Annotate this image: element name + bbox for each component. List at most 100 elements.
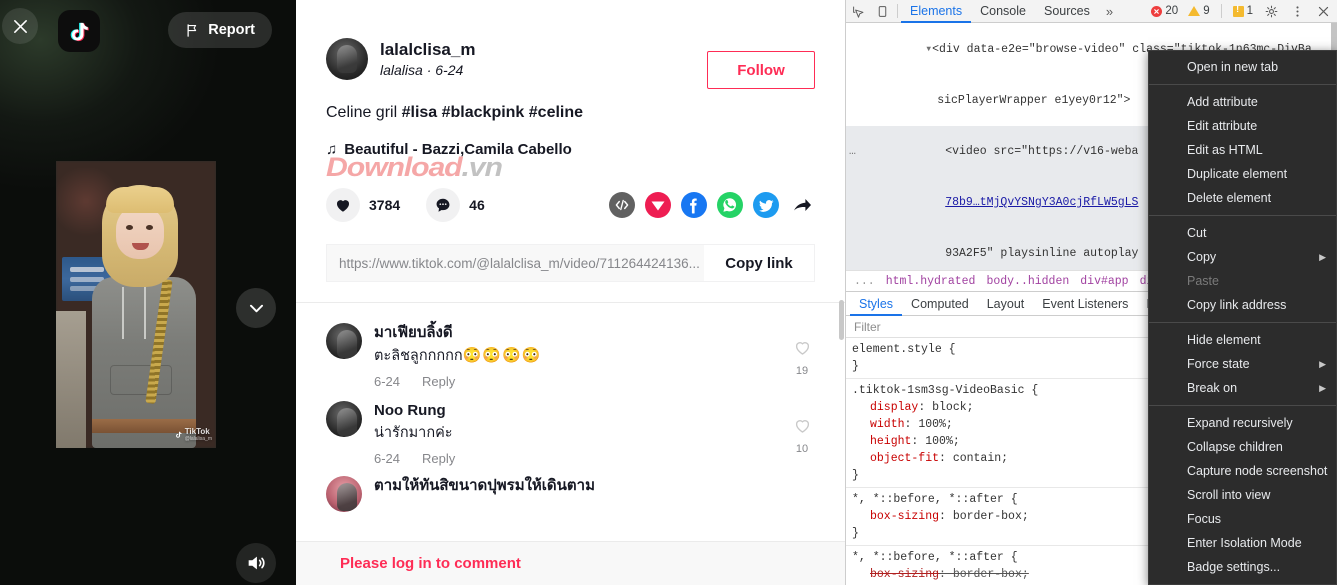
author-username[interactable]: lalalclisa_m: [380, 40, 475, 60]
context-menu-item-copy-link-address[interactable]: Copy link address: [1149, 293, 1336, 317]
context-menu-item-collapse-children[interactable]: Collapse children: [1149, 435, 1336, 459]
context-menu-item-break-on[interactable]: Break on ▶: [1149, 376, 1336, 400]
detail-scrollbar[interactable]: [839, 300, 844, 340]
next-video-button[interactable]: [236, 288, 276, 328]
context-menu-item-open-in-new-tab[interactable]: Open in new tab: [1149, 55, 1336, 79]
warning-badge[interactable]: 9: [1185, 5, 1212, 17]
css-prop-name: object-fit: [870, 452, 940, 465]
twitter-bird-icon: [753, 192, 779, 218]
video-player[interactable]: TikTok @lalalisa_m: [56, 161, 216, 448]
section-divider: [296, 302, 845, 303]
kebab-menu-icon: [1295, 5, 1299, 17]
context-menu-item-edit-as-html[interactable]: Edit as HTML: [1149, 138, 1336, 162]
devtools-tab-sources[interactable]: Sources: [1035, 0, 1099, 23]
embed-icon[interactable]: [609, 192, 635, 218]
context-menu-item-delete-element[interactable]: Delete element: [1149, 186, 1336, 210]
whatsapp-icon[interactable]: [717, 192, 743, 218]
tiktok-logo[interactable]: [58, 10, 100, 52]
context-menu-item-hide-element[interactable]: Hide element: [1149, 328, 1336, 352]
css-prop-value[interactable]: : border-box;: [939, 568, 1029, 581]
devtools-tab-elements[interactable]: Elements: [901, 0, 971, 23]
video-url-field[interactable]: https://www.tiktok.com/@lalalclisa_m/vid…: [327, 245, 704, 281]
css-prop-name: width: [870, 418, 905, 431]
comment-button[interactable]: [426, 188, 461, 222]
devtools-settings-button[interactable]: [1260, 0, 1282, 23]
commenter-name[interactable]: Noo Rung: [374, 401, 815, 421]
context-menu-item-force-state[interactable]: Force state ▶: [1149, 352, 1336, 376]
devtools-kebab-menu-button[interactable]: [1286, 0, 1308, 23]
close-icon: [13, 19, 27, 33]
css-prop-value[interactable]: : 100%;: [905, 418, 953, 431]
context-menu-item-expand-recursively[interactable]: Expand recursively: [1149, 411, 1336, 435]
breadcrumb-item-body[interactable]: body..hidden: [986, 275, 1069, 288]
inspect-element-icon[interactable]: [846, 0, 870, 23]
copy-link-button[interactable]: Copy link: [704, 245, 814, 281]
devtools-close-button[interactable]: [1312, 0, 1334, 23]
follow-button[interactable]: Follow: [707, 51, 815, 89]
comment-reply-button[interactable]: Reply: [422, 451, 455, 466]
css-prop-value[interactable]: : contain;: [939, 452, 1008, 465]
login-prompt[interactable]: Please log in to comment: [340, 555, 521, 572]
music-row[interactable]: ♫ Beautiful - Bazzi,Camila Cabello: [326, 141, 815, 158]
devtools-context-menu: Open in new tab Add attribute Edit attri…: [1148, 50, 1337, 585]
twitter-icon[interactable]: [753, 192, 779, 218]
styles-tab-layout[interactable]: Layout: [978, 292, 1034, 316]
devtools-tab-console[interactable]: Console: [971, 0, 1035, 23]
context-menu-separator: [1149, 405, 1336, 406]
submenu-arrow-icon: ▶: [1319, 382, 1326, 393]
breadcrumb-item-app[interactable]: div#app: [1080, 275, 1128, 288]
styles-tab-computed[interactable]: Computed: [902, 292, 978, 316]
author-avatar[interactable]: [326, 38, 368, 80]
like-stat[interactable]: 3784: [326, 188, 400, 222]
commenter-avatar[interactable]: [326, 476, 362, 512]
breadcrumb-overflow[interactable]: ...: [854, 275, 875, 288]
music-title: Beautiful - Bazzi,Camila Cabello: [344, 141, 572, 158]
css-prop-value[interactable]: : block;: [918, 401, 973, 414]
like-button[interactable]: [326, 188, 360, 222]
breadcrumb-item-html[interactable]: html.hydrated: [886, 275, 976, 288]
node-menu-dots[interactable]: …: [849, 143, 856, 160]
report-button[interactable]: Report: [168, 12, 272, 48]
context-menu-item-copy[interactable]: Copy ▶: [1149, 245, 1336, 269]
context-menu-item-enter-isolation-mode[interactable]: Enter Isolation Mode: [1149, 531, 1336, 555]
flag-icon: [187, 23, 197, 37]
volume-button[interactable]: [236, 543, 276, 583]
commenter-name[interactable]: มาเฟียบลิ้งดี: [374, 323, 815, 343]
facebook-icon[interactable]: [681, 192, 707, 218]
commenter-avatar[interactable]: [326, 401, 362, 437]
comment-list: มาเฟียบลิ้งดี ตะลิชลูกกกกก😳😳😳😳 6-24 Repl…: [296, 314, 845, 515]
share-send-icon[interactable]: [645, 192, 671, 218]
error-badge[interactable]: 20: [1148, 5, 1181, 17]
context-menu-item-capture-node-screenshot[interactable]: Capture node screenshot: [1149, 459, 1336, 483]
context-menu-item-cut[interactable]: Cut: [1149, 221, 1336, 245]
tiktok-note-icon: [70, 22, 89, 42]
comment-like-count: 19: [795, 365, 809, 377]
caption-hashtags[interactable]: #lisa #blackpink #celine: [402, 104, 583, 121]
video-watermark-brand: TikTok: [184, 427, 210, 436]
comment-item: มาเฟียบลิ้งดี ตะลิชลูกกกกก😳😳😳😳 6-24 Repl…: [326, 314, 815, 392]
close-button[interactable]: [2, 8, 38, 44]
context-menu-item-duplicate-element[interactable]: Duplicate element: [1149, 162, 1336, 186]
comment-like[interactable]: 19: [789, 338, 815, 377]
comment-stat[interactable]: 46: [426, 188, 485, 222]
styles-tab-event-listeners[interactable]: Event Listeners: [1033, 292, 1137, 316]
styles-tab-styles[interactable]: Styles: [850, 292, 902, 316]
commenter-name[interactable]: ตามให้ทันสิขนาดปุพรมให้เดินตาม: [374, 476, 815, 496]
share-arrow-icon[interactable]: [789, 192, 815, 218]
css-prop-value[interactable]: : 100%;: [911, 435, 959, 448]
context-menu-item-add-attribute[interactable]: Add attribute: [1149, 90, 1336, 114]
context-menu-item-scroll-into-view[interactable]: Scroll into view: [1149, 483, 1336, 507]
css-prop-value[interactable]: : border-box;: [939, 510, 1029, 523]
comment-reply-button[interactable]: Reply: [422, 374, 455, 389]
commenter-avatar[interactable]: [326, 323, 362, 359]
context-menu-item-badge-settings[interactable]: Badge settings...: [1149, 555, 1336, 579]
report-label: Report: [208, 22, 255, 38]
comment-like[interactable]: 10: [789, 416, 815, 455]
dom-text[interactable]: 78b9…tMjQvYSNgY3A0cjRfLW5gLS: [945, 196, 1138, 209]
device-toolbar-icon[interactable]: [870, 0, 894, 23]
video-stage: Report TikTok @lalalisa_m: [0, 0, 296, 585]
context-menu-item-edit-attribute[interactable]: Edit attribute: [1149, 114, 1336, 138]
issues-badge[interactable]: 1: [1230, 4, 1256, 17]
context-menu-item-focus[interactable]: Focus: [1149, 507, 1336, 531]
devtools-more-tabs-button[interactable]: »: [1099, 4, 1120, 19]
